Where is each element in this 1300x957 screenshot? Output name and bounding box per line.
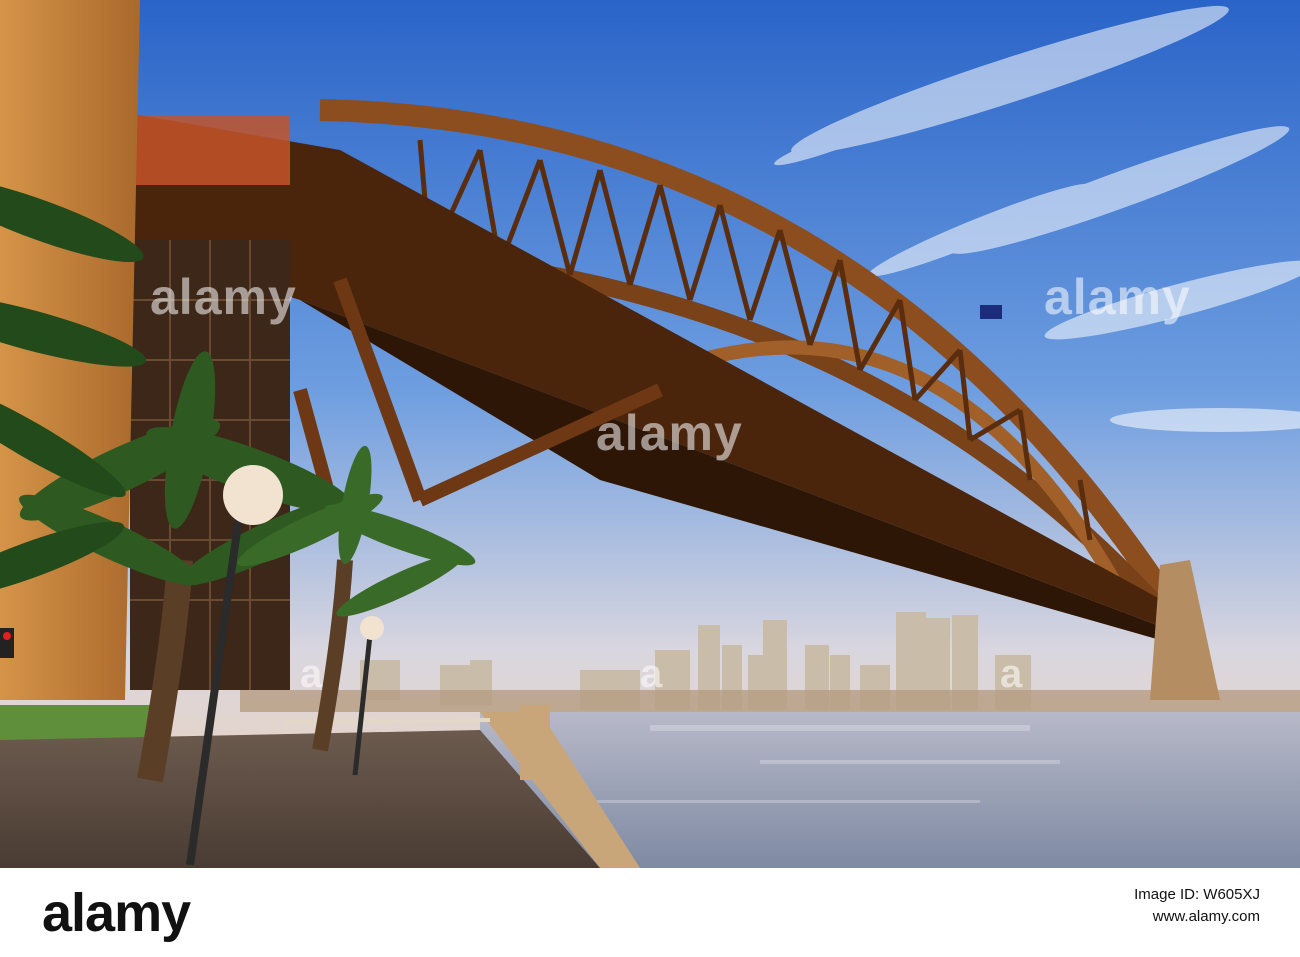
flag	[980, 305, 1002, 319]
wall-pillar	[520, 705, 550, 780]
lawn	[0, 705, 160, 740]
far-shore	[240, 690, 1300, 712]
harbour-bridge-photo: alamy alamy alamy a a a	[0, 0, 1300, 868]
watermark-right: alamy	[1044, 269, 1191, 325]
stock-photo-page: alamy alamy alamy a a a alamy Image ID: …	[0, 0, 1300, 957]
watermark-lower-left: a	[300, 652, 324, 696]
watermark-lower-right: a	[1000, 652, 1024, 696]
railing	[284, 718, 491, 724]
footer-bar: alamy Image ID: W605XJ www.alamy.com	[0, 868, 1300, 957]
site-url[interactable]: www.alamy.com	[1153, 908, 1260, 925]
watermark-lower-center: a	[640, 652, 664, 696]
red-light	[3, 632, 11, 640]
alamy-logo[interactable]: alamy	[42, 882, 191, 944]
watermark-left: alamy	[150, 269, 297, 325]
watermark-center: alamy	[596, 405, 743, 461]
image-id: Image ID: W605XJ	[1134, 886, 1260, 903]
